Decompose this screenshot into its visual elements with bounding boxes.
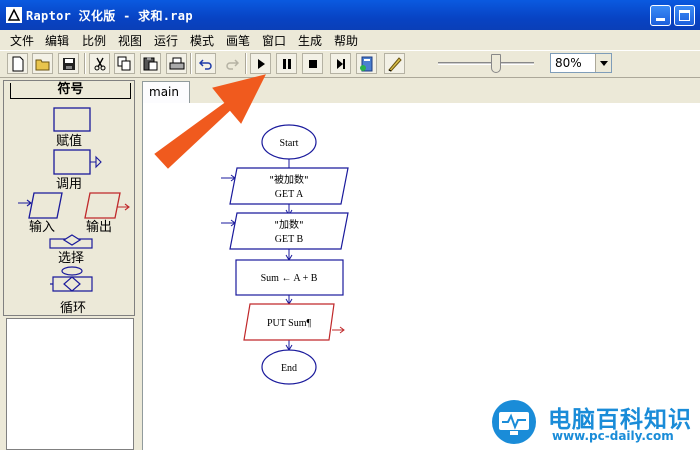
pointer-arrow [154, 74, 266, 169]
watermark-url: www.pc-daily.com [552, 429, 674, 443]
watermark-logo-icon [492, 400, 536, 444]
pointer-arrow-overlay [154, 74, 266, 169]
